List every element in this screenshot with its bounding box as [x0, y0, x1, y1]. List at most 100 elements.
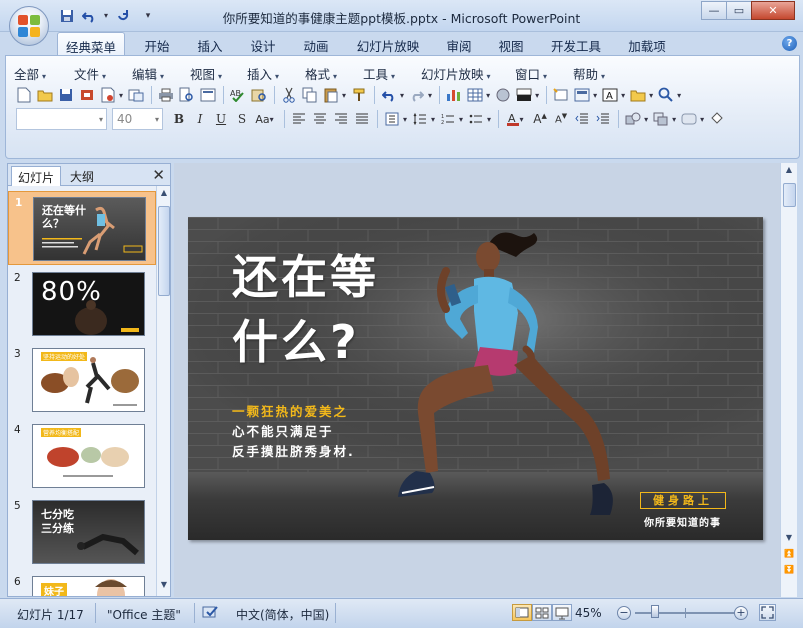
scrollbar-thumb[interactable]	[783, 183, 796, 207]
italic-icon[interactable]: I	[190, 109, 210, 129]
previous-slide-icon[interactable]: ⏫	[783, 549, 795, 563]
folder-icon[interactable]	[628, 85, 648, 105]
strikethrough-icon[interactable]: S	[232, 109, 252, 129]
format-painter-icon[interactable]	[349, 85, 369, 105]
tab-slides[interactable]: 幻灯片	[11, 166, 62, 186]
scroll-down-icon[interactable]: ▼	[783, 533, 795, 547]
insert-table-icon[interactable]	[465, 85, 485, 105]
find-icon[interactable]	[656, 85, 676, 105]
zoom-slider-thumb[interactable]	[651, 605, 659, 618]
slide-thumbnail-5[interactable]: 5 七分吃三分练	[8, 495, 156, 569]
thumbnail-scrollbar[interactable]: ▲ ▼	[156, 186, 170, 596]
next-slide-icon[interactable]: ⏬	[783, 565, 795, 579]
print-preview-icon[interactable]	[177, 85, 197, 105]
align-center-icon[interactable]	[310, 109, 330, 129]
copy-icon[interactable]	[300, 85, 320, 105]
new-document-icon[interactable]	[14, 85, 34, 105]
tab-review[interactable]: 审阅	[440, 32, 478, 56]
bold-icon[interactable]: B	[169, 109, 189, 129]
grow-font-icon[interactable]: A▲	[530, 109, 550, 129]
open-folder-icon[interactable]	[35, 85, 55, 105]
menu-file[interactable]: 文件 ▾	[74, 62, 132, 82]
scroll-down-icon[interactable]: ▼	[158, 580, 170, 594]
fill-color-icon[interactable]	[707, 109, 727, 129]
tab-classic-menu[interactable]: 经典菜单	[57, 32, 125, 56]
slide-thumbnail-6[interactable]: 6 妹子	[8, 571, 156, 596]
slide-design-icon[interactable]	[572, 85, 592, 105]
decrease-indent-icon[interactable]	[572, 109, 592, 129]
menu-all[interactable]: 全部 ▾	[14, 62, 74, 82]
menu-format[interactable]: 格式 ▾	[305, 62, 363, 82]
office-button[interactable]	[9, 6, 49, 46]
tab-outline[interactable]: 大纲	[64, 166, 100, 186]
scroll-up-icon[interactable]: ▲	[158, 188, 170, 202]
numbering-icon[interactable]: 12	[438, 109, 458, 129]
proofing-icon[interactable]	[202, 604, 220, 623]
bullets-icon[interactable]	[466, 109, 486, 129]
change-case-icon[interactable]: Aa ▾	[253, 109, 279, 129]
text-box-icon[interactable]: A	[600, 85, 620, 105]
new-slide-icon[interactable]	[551, 85, 571, 105]
line-spacing-icon[interactable]	[410, 109, 430, 129]
normal-view-button[interactable]	[512, 604, 532, 621]
slide-thumbnail-2[interactable]: 2 80%	[8, 267, 156, 341]
slide-thumbnail-1[interactable]: 1 还在等什么？	[8, 191, 156, 265]
zoom-level[interactable]: 45%	[575, 606, 602, 620]
save-icon[interactable]	[56, 85, 76, 105]
justify-icon[interactable]	[352, 109, 372, 129]
increase-indent-icon[interactable]	[593, 109, 613, 129]
menu-insert[interactable]: 插入 ▾	[247, 62, 305, 82]
menu-tools[interactable]: 工具 ▾	[363, 62, 421, 82]
zoom-out-button[interactable]: −	[617, 606, 631, 620]
language[interactable]: 中文(简体，中国)	[236, 606, 329, 623]
slide-thumbnail-3[interactable]: 3 坚持运动的好处	[8, 343, 156, 417]
tab-insert[interactable]: 插入	[191, 32, 229, 56]
font-color-icon[interactable]: A ▾	[503, 109, 529, 129]
clip-art-icon[interactable]	[493, 85, 513, 105]
help-icon[interactable]: ?	[782, 36, 797, 51]
undo-icon[interactable]	[379, 85, 399, 105]
slide-sorter-view-button[interactable]	[532, 604, 552, 621]
shrink-font-icon[interactable]: A▼	[551, 109, 571, 129]
fit-to-window-icon[interactable]	[759, 604, 776, 621]
menu-help[interactable]: 帮助 ▾	[573, 62, 623, 82]
text-direction-icon[interactable]	[382, 109, 402, 129]
arrange-icon[interactable]	[651, 109, 671, 129]
align-right-icon[interactable]	[331, 109, 351, 129]
slide-scrollbar[interactable]: ▲ ▼ ⏫ ⏬	[780, 163, 797, 597]
font-size-combo[interactable]: 40 ▾	[112, 108, 163, 130]
menu-window[interactable]: 窗口 ▾	[515, 62, 573, 82]
color-grayscale-icon[interactable]	[514, 85, 534, 105]
maximize-button[interactable]: ▭	[726, 1, 752, 20]
menu-slideshow[interactable]: 幻灯片放映 ▾	[421, 62, 515, 82]
research-icon[interactable]	[249, 85, 269, 105]
tab-developer[interactable]: 开发工具	[545, 32, 607, 56]
tab-view[interactable]: 视图	[492, 32, 530, 56]
minimize-button[interactable]: —	[701, 1, 727, 20]
tab-addins[interactable]: 加载项	[622, 32, 672, 56]
print-icon[interactable]	[156, 85, 176, 105]
slide-thumbnail-4[interactable]: 4 营养均衡搭配	[8, 419, 156, 493]
slide-layout-icon[interactable]	[198, 85, 218, 105]
shapes-icon[interactable]	[623, 109, 643, 129]
tab-slideshow[interactable]: 幻灯片放映	[351, 32, 425, 56]
slideshow-view-button[interactable]	[552, 604, 572, 621]
permission-icon[interactable]	[77, 85, 97, 105]
font-name-combo[interactable]: ▾	[16, 108, 107, 130]
scroll-up-icon[interactable]: ▲	[783, 165, 795, 179]
underline-icon[interactable]: U	[211, 109, 231, 129]
publish-icon[interactable]	[98, 85, 118, 105]
slide-canvas[interactable]: 还在等 什么? 一颗狂热的爱美之 心不能只满足于 反手摸肚脐秀身材. 健身路上 …	[188, 217, 763, 540]
align-left-icon[interactable]	[289, 109, 309, 129]
scrollbar-thumb[interactable]	[158, 206, 170, 296]
attach-icon[interactable]	[126, 85, 146, 105]
menu-view[interactable]: 视图 ▾	[190, 62, 247, 82]
close-button[interactable]: ✕	[751, 1, 795, 20]
quick-styles-icon[interactable]	[679, 109, 699, 129]
spelling-icon[interactable]: AB	[228, 85, 248, 105]
cut-icon[interactable]	[279, 85, 299, 105]
redo-icon[interactable]	[407, 85, 427, 105]
zoom-in-button[interactable]: +	[734, 606, 748, 620]
tab-animation[interactable]: 动画	[297, 32, 335, 56]
paste-icon[interactable]	[321, 85, 341, 105]
